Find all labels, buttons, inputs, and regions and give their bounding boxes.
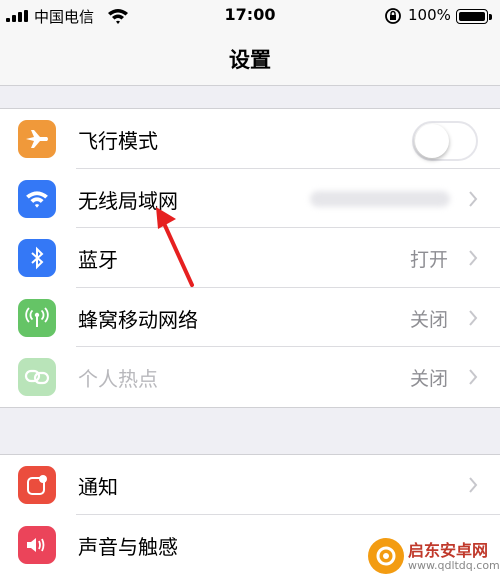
settings-row-label: 通知	[78, 475, 118, 499]
hotspot-status: 关闭	[409, 368, 448, 390]
settings-row-notifications[interactable]: 通知	[0, 455, 500, 515]
chevron-right-icon	[469, 190, 478, 207]
chevron-right-icon	[469, 309, 478, 326]
settings-row-label: 声音与触感	[78, 534, 178, 559]
link-icon	[18, 358, 56, 396]
bluetooth-icon	[18, 239, 56, 277]
wifi-icon	[18, 179, 56, 218]
wlan-network-name-blurred	[310, 190, 450, 207]
airplane-toggle[interactable]	[412, 121, 478, 161]
nav-bar: 设置	[0, 32, 500, 86]
watermark-url: www.qdltdq.com	[408, 559, 500, 572]
airplane-icon	[18, 120, 56, 158]
cellular-status: 关闭	[409, 308, 448, 331]
settings-row-bluetooth[interactable]: 蓝牙 打开	[0, 228, 500, 288]
watermark-logo-icon	[368, 538, 404, 574]
settings-row-label: 个人热点	[78, 367, 158, 391]
page-title: 设置	[229, 48, 271, 72]
watermark: 启东安卓网 www.qdltdq.com	[366, 536, 500, 578]
settings-row-label: 蜂窝移动网络	[78, 307, 198, 332]
status-bar: 中国电信 17:00 100%	[0, 0, 500, 32]
chevron-right-icon	[469, 477, 478, 493]
battery-percent: 100%	[408, 6, 451, 24]
antenna-icon	[18, 298, 56, 337]
notification-icon	[18, 466, 56, 504]
settings-row-hotspot[interactable]: 个人热点 关闭	[0, 347, 500, 407]
rotation-lock-icon	[385, 8, 401, 24]
settings-row-label: 飞行模式	[78, 129, 158, 153]
settings-row-label: 蓝牙	[78, 248, 118, 272]
speaker-icon	[18, 525, 56, 564]
watermark-name: 启东安卓网	[408, 541, 489, 560]
battery-icon	[456, 9, 492, 24]
chevron-right-icon	[469, 250, 478, 266]
settings-row-cellular[interactable]: 蜂窝移动网络 关闭	[0, 288, 500, 347]
chevron-right-icon	[469, 369, 478, 385]
settings-row-wlan[interactable]: 无线局域网	[0, 169, 500, 228]
bluetooth-status: 打开	[409, 249, 448, 271]
settings-row-airplane[interactable]: 飞行模式	[0, 109, 500, 169]
annotation-arrow-icon	[156, 207, 194, 287]
settings-group-connectivity: 飞行模式 无线局域网 蓝牙 打开 蜂窝移动网络 关闭 个人热点 关闭	[0, 108, 500, 408]
